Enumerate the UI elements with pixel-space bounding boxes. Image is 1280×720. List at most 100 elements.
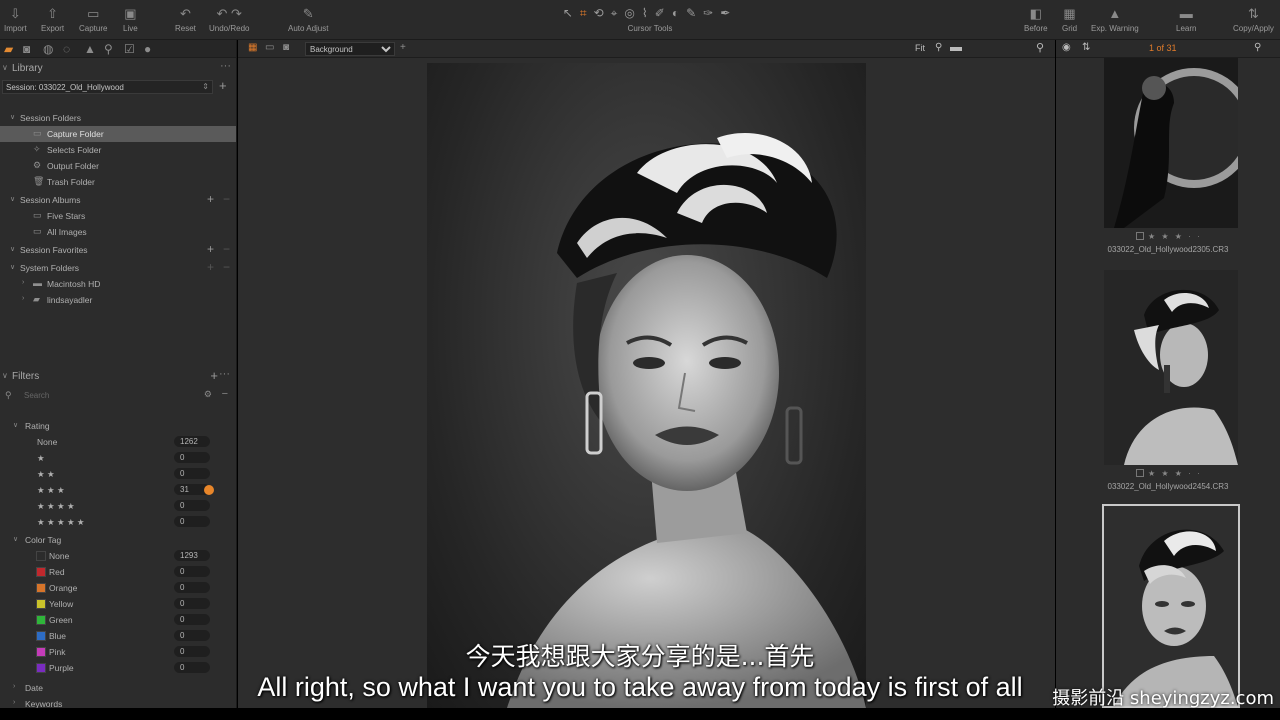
add-layer-icon[interactable]: +	[400, 42, 406, 53]
single-view-icon[interactable]: ▭	[265, 42, 274, 53]
layer-select[interactable]: Background	[305, 42, 395, 56]
session-albums-header[interactable]: ∨ Session Albums + −	[0, 192, 236, 208]
filter-search[interactable]: ⚲ Search ⚙ −	[2, 388, 234, 403]
select-checkbox[interactable]	[1136, 469, 1144, 477]
rating-2[interactable]: ★ ★ 0	[0, 466, 236, 482]
color-tag-yellow[interactable]: Yellow 0	[0, 596, 236, 612]
zoom-slider[interactable]	[950, 47, 962, 51]
color-tag-header[interactable]: ∨ Color Tag	[0, 532, 236, 548]
rating-3[interactable]: ★ ★ ★ 31	[0, 482, 236, 498]
tool-tabs: ▰ ◙ ◍ ◌ ▲ ⚲ ☑ ●	[0, 40, 236, 58]
details-tab-icon[interactable]: ⚲	[104, 42, 113, 56]
rating-header[interactable]: ∨ Rating	[0, 418, 236, 434]
remove-system-folder-icon[interactable]: −	[223, 260, 230, 274]
before-button[interactable]: ◧ Before	[1024, 4, 1048, 38]
color-tab-icon[interactable]: ◍	[43, 42, 53, 56]
chevron-right-icon[interactable]: ›	[22, 295, 24, 302]
annotate-tool-icon[interactable]: ✑	[703, 6, 720, 20]
eraser-tool-icon[interactable]: ✐	[655, 6, 672, 20]
library-tab-icon[interactable]: ▰	[4, 42, 13, 56]
color-tag-orange[interactable]: Orange 0	[0, 580, 236, 596]
album-five-stars[interactable]: ▭ Five Stars	[0, 208, 236, 224]
grid-button[interactable]: ▦ Grid	[1062, 4, 1077, 38]
system-folder-lindsayadler[interactable]: › ▰ lindsayadler	[0, 292, 236, 308]
system-folder-macintosh-hd[interactable]: › ▬ Macintosh HD	[0, 276, 236, 292]
keystone-tool-icon[interactable]: ⌖	[611, 6, 625, 20]
rating-1[interactable]: ★ 0	[0, 450, 236, 466]
rating-none[interactable]: None 1262	[0, 434, 236, 450]
thumbnail-2454[interactable]	[1104, 270, 1238, 465]
thumbnail-2305[interactable]	[1104, 58, 1238, 228]
zoom-icon[interactable]: ⚲	[935, 42, 942, 53]
color-tag-none[interactable]: None 1293	[0, 548, 236, 564]
metadata-tab-icon[interactable]: ☑	[124, 42, 135, 56]
thumbnail-rating[interactable]: ★ ★ ★ · ·	[1136, 469, 1202, 478]
lens-tab-icon[interactable]: ◌	[63, 42, 70, 56]
library-header[interactable]: ∨ Library ···	[0, 60, 237, 78]
album-all-images[interactable]: ▭ All Images	[0, 224, 236, 240]
info-tab-icon[interactable]: ●	[144, 42, 151, 56]
export-button[interactable]: ⇧ Export	[41, 4, 64, 38]
exposure-tab-icon[interactable]: ▲	[84, 42, 96, 56]
multi-view-icon[interactable]: ▦	[248, 42, 257, 53]
rating-4[interactable]: ★ ★ ★ ★ 0	[0, 498, 236, 514]
browser-toolbar: ◉ ⇅ 1 of 31 ⚲	[1056, 40, 1280, 58]
add-system-folder-icon[interactable]: +	[207, 260, 214, 274]
rotate-tool-icon[interactable]: ⟲	[594, 6, 611, 20]
spot-tool-icon[interactable]: ◎	[624, 6, 641, 20]
more-icon[interactable]: ···	[220, 60, 231, 72]
color-tag-green[interactable]: Green 0	[0, 612, 236, 628]
eye-icon[interactable]: ◉	[1062, 42, 1071, 53]
capture-folder-icon: ▭	[33, 128, 42, 138]
copy-apply-button[interactable]: ⇅ Copy/Apply	[1233, 4, 1274, 38]
gradient-tool-icon[interactable]: ◐	[672, 6, 686, 20]
picker-tool-icon[interactable]: ✎	[686, 6, 703, 20]
proof-view-icon[interactable]: ◙	[283, 42, 289, 53]
undo-redo-button[interactable]: ↶ ↷ Undo/Redo	[209, 4, 249, 38]
gear-icon[interactable]: ⚙	[204, 389, 212, 400]
wb-tool-icon[interactable]: ✒	[720, 6, 737, 20]
color-tag-red[interactable]: Red 0	[0, 564, 236, 580]
session-selector[interactable]: Session: 033022_Old_Hollywood ⇕	[2, 80, 213, 94]
add-album-icon[interactable]: +	[207, 192, 214, 206]
add-favorite-icon[interactable]: +	[207, 242, 214, 256]
thumbnail-rating[interactable]: ★ ★ ★ · ·	[1136, 232, 1202, 241]
folder-trash[interactable]: 🗑 Trash Folder	[0, 174, 236, 190]
rating-5[interactable]: ★ ★ ★ ★ ★ 0	[0, 514, 236, 530]
learn-icon: ▬	[1179, 6, 1193, 21]
folder-output[interactable]: ⚙ Output Folder	[0, 158, 236, 174]
session-folders-header[interactable]: ∨ Session Folders	[0, 110, 236, 126]
auto-adjust-button[interactable]: ✎ Auto Adjust	[288, 4, 328, 38]
image-browser: ★ ★ ★ · · 033022_Old_Hollywood2305.CR3 ★…	[1056, 58, 1280, 708]
capture-button[interactable]: ▭ Capture	[79, 4, 107, 38]
remove-album-icon[interactable]: −	[223, 192, 230, 206]
learn-button[interactable]: ▬ Learn	[1176, 4, 1196, 38]
sort-icon[interactable]: ⇅	[1082, 42, 1090, 53]
chevron-right-icon[interactable]: ›	[22, 279, 24, 286]
more-icon[interactable]: ···	[219, 368, 230, 380]
select-checkbox[interactable]	[1136, 232, 1144, 240]
folder-selects[interactable]: ✧ Selects Folder	[0, 142, 236, 158]
reset-button[interactable]: ↶ Reset	[175, 4, 196, 38]
import-button[interactable]: ⇩ Import	[4, 4, 27, 38]
capture-tab-icon[interactable]: ◙	[23, 42, 30, 56]
add-filter-icon[interactable]: +	[210, 368, 218, 383]
add-session-icon[interactable]: +	[219, 78, 227, 93]
minus-icon[interactable]: −	[222, 388, 228, 400]
remove-favorite-icon[interactable]: −	[223, 242, 230, 256]
folder-capture[interactable]: ▭ Capture Folder	[0, 126, 236, 142]
crop-tool-icon[interactable]: ⌗	[580, 6, 594, 20]
filters-header[interactable]: ∨ Filters + ···	[0, 368, 236, 386]
pan-tool-icon[interactable]: ↖	[563, 6, 580, 20]
zoom-label[interactable]: Fit	[915, 43, 925, 53]
brush-tool-icon[interactable]: ⌇	[642, 6, 655, 20]
session-favorites-header[interactable]: ∨ Session Favorites + −	[0, 242, 236, 258]
image-viewer[interactable]	[238, 58, 1055, 708]
live-button[interactable]: ▣ Live	[123, 4, 138, 38]
search-icon[interactable]: ⚲	[1254, 42, 1261, 53]
search-input[interactable]: Search	[24, 391, 49, 400]
search-icon[interactable]: ⚲	[1036, 41, 1044, 54]
exposure-warning-button[interactable]: ▲ Exp. Warning	[1091, 4, 1139, 38]
color-swatch	[36, 599, 46, 609]
system-folders-header[interactable]: ∨ System Folders + −	[0, 260, 236, 276]
